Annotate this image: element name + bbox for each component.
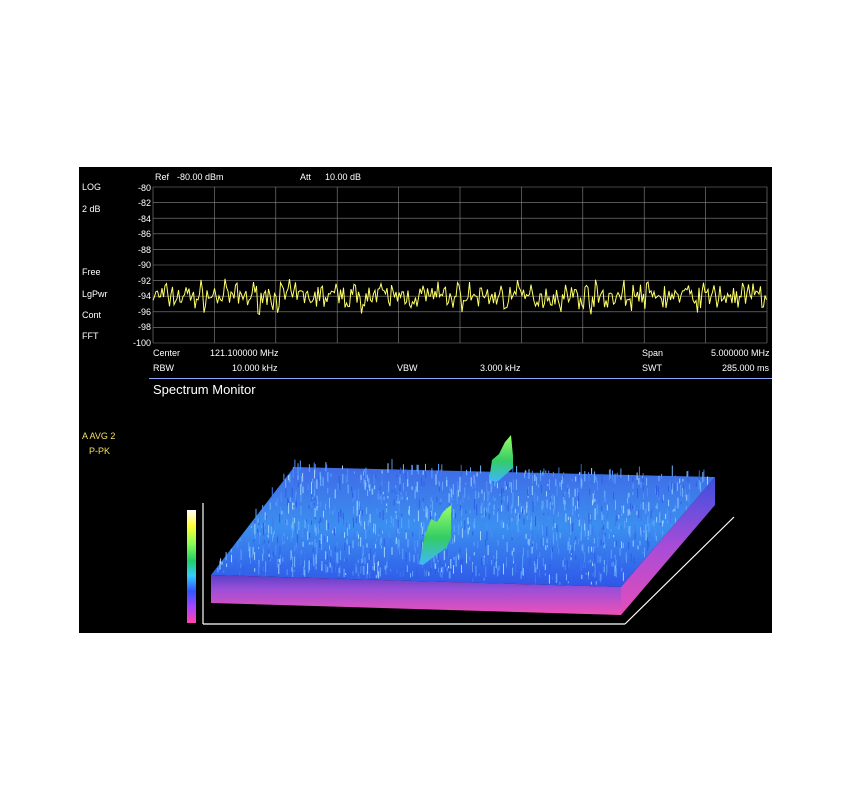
analyzer-screen: LOG 2 dB Free LgPwr Cont FFT Ref -80.00 …	[79, 167, 772, 633]
waterfall-3d-display	[187, 435, 735, 625]
color-scale-bar	[187, 510, 196, 623]
